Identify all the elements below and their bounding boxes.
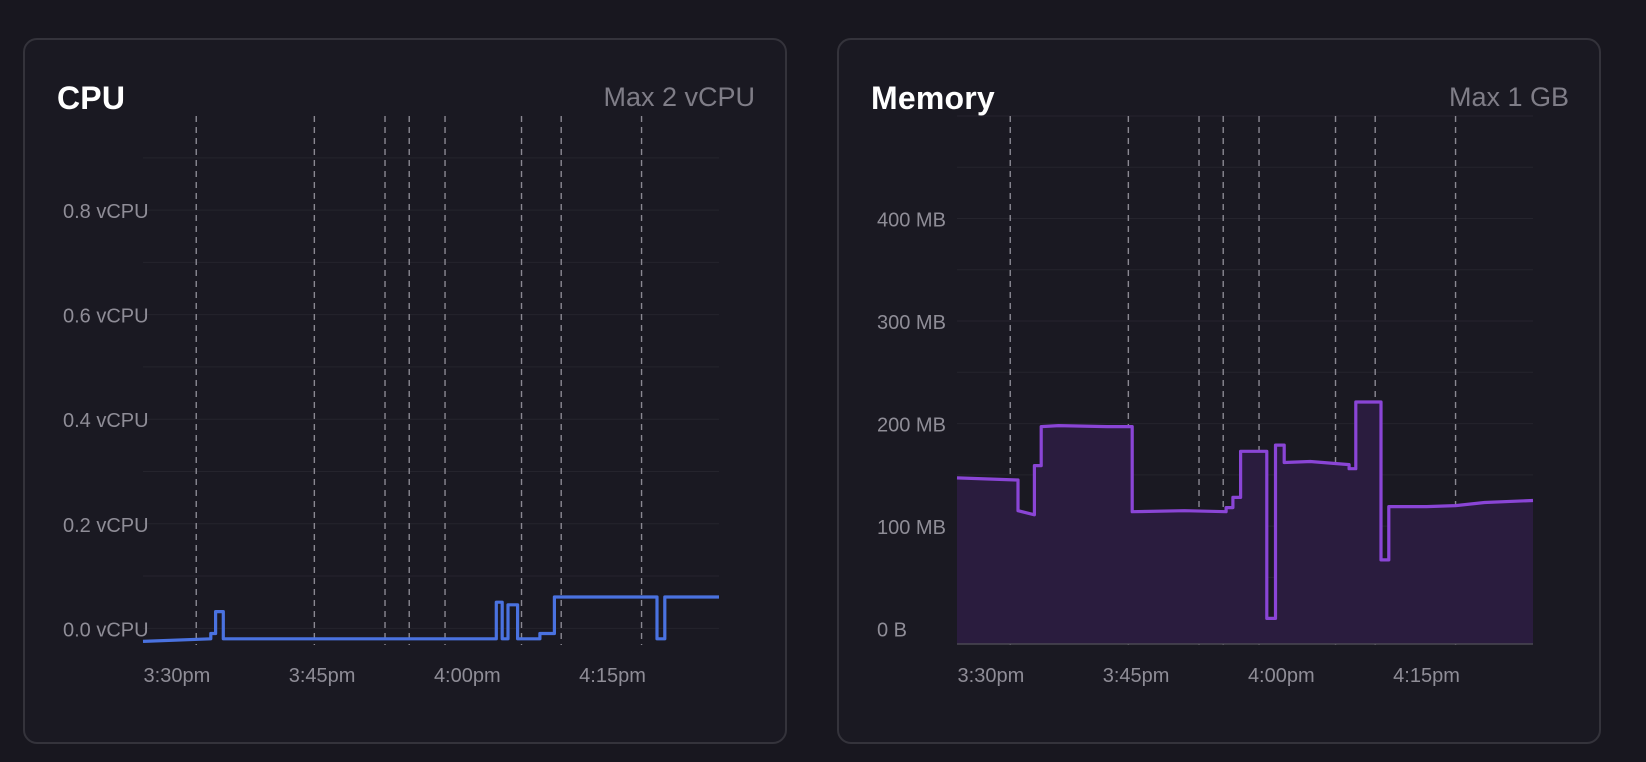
y-tick-label: 200 MB <box>877 415 946 437</box>
y-tick-label: 0.8 vCPU <box>63 201 149 223</box>
y-tick-label: 0.4 vCPU <box>63 410 149 432</box>
x-tick-label: 4:15pm <box>579 665 646 687</box>
y-tick-label: 400 MB <box>877 210 946 232</box>
series-line <box>142 595 719 643</box>
memory-card: Memory Max 1 GB 0 B 100 MB 200 MB 300 MB 400… <box>837 38 1601 744</box>
cpu-card: CPU Max 2 vCPU 0.0 vCPU 0.2 vCPU 0.4 vCPU 0… <box>23 38 787 744</box>
x-tick-label: 3:45pm <box>1103 665 1170 687</box>
y-tick-label: 0.0 vCPU <box>63 619 149 641</box>
x-tick-label: 3:45pm <box>289 665 356 687</box>
x-tick-label: 4:00pm <box>1248 665 1315 687</box>
x-tick-label: 4:00pm <box>434 665 501 687</box>
y-tick-label: 100 MB <box>877 517 946 539</box>
x-tick-label: 4:15pm <box>1393 665 1460 687</box>
y-tick-label: 0.2 vCPU <box>63 515 149 537</box>
x-tick-label: 3:30pm <box>958 665 1025 687</box>
y-tick-label: 0 B <box>877 620 907 642</box>
cpu-chart: 0.0 vCPU 0.2 vCPU 0.4 vCPU 0.6 vCPU 0.8 vCPU… <box>63 116 719 687</box>
series-area <box>957 402 1533 644</box>
x-tick-label: 3:30pm <box>144 665 211 687</box>
y-tick-label: 0.6 vCPU <box>63 306 149 328</box>
memory-chart: 0 B 100 MB 200 MB 300 MB 400 MB 3:30pm 3:45pm 4… <box>877 115 1534 687</box>
y-tick-label: 300 MB <box>877 312 946 334</box>
